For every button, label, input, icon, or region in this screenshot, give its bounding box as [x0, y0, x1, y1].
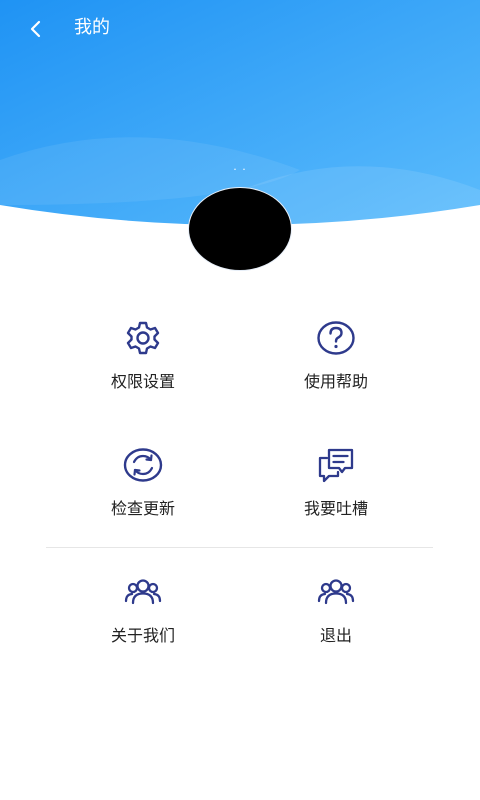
avatar[interactable]	[189, 188, 291, 270]
menu-item-feedback[interactable]: 我要吐槽	[256, 427, 416, 537]
users-icon	[124, 579, 162, 605]
menu-item-check-update[interactable]: 检查更新	[63, 427, 223, 537]
menu-item-label: 我要吐槽	[303, 499, 368, 518]
menu-item-label: 关于我们	[110, 626, 175, 645]
users-icon	[317, 579, 355, 605]
menu-item-label: 权限设置	[110, 372, 175, 391]
divider	[46, 547, 433, 548]
menu-item-label: 使用帮助	[303, 372, 368, 391]
chevron-left-icon	[30, 20, 41, 38]
menu-item-permissions[interactable]: 权限设置	[63, 300, 223, 410]
menu-item-help[interactable]: 使用帮助	[256, 300, 416, 410]
menu-item-about-us[interactable]: 关于我们	[63, 554, 223, 664]
menu-item-label: 退出	[319, 626, 352, 645]
help-circle-icon	[317, 321, 355, 355]
menu-item-label: 检查更新	[110, 499, 175, 518]
username: . .	[233, 160, 247, 173]
gear-icon	[126, 321, 160, 355]
refresh-icon	[123, 448, 163, 482]
back-button[interactable]	[18, 14, 52, 44]
page-title: 我的	[74, 17, 110, 38]
chat-bubbles-icon	[318, 448, 354, 483]
menu-item-logout[interactable]: 退出	[256, 554, 416, 664]
